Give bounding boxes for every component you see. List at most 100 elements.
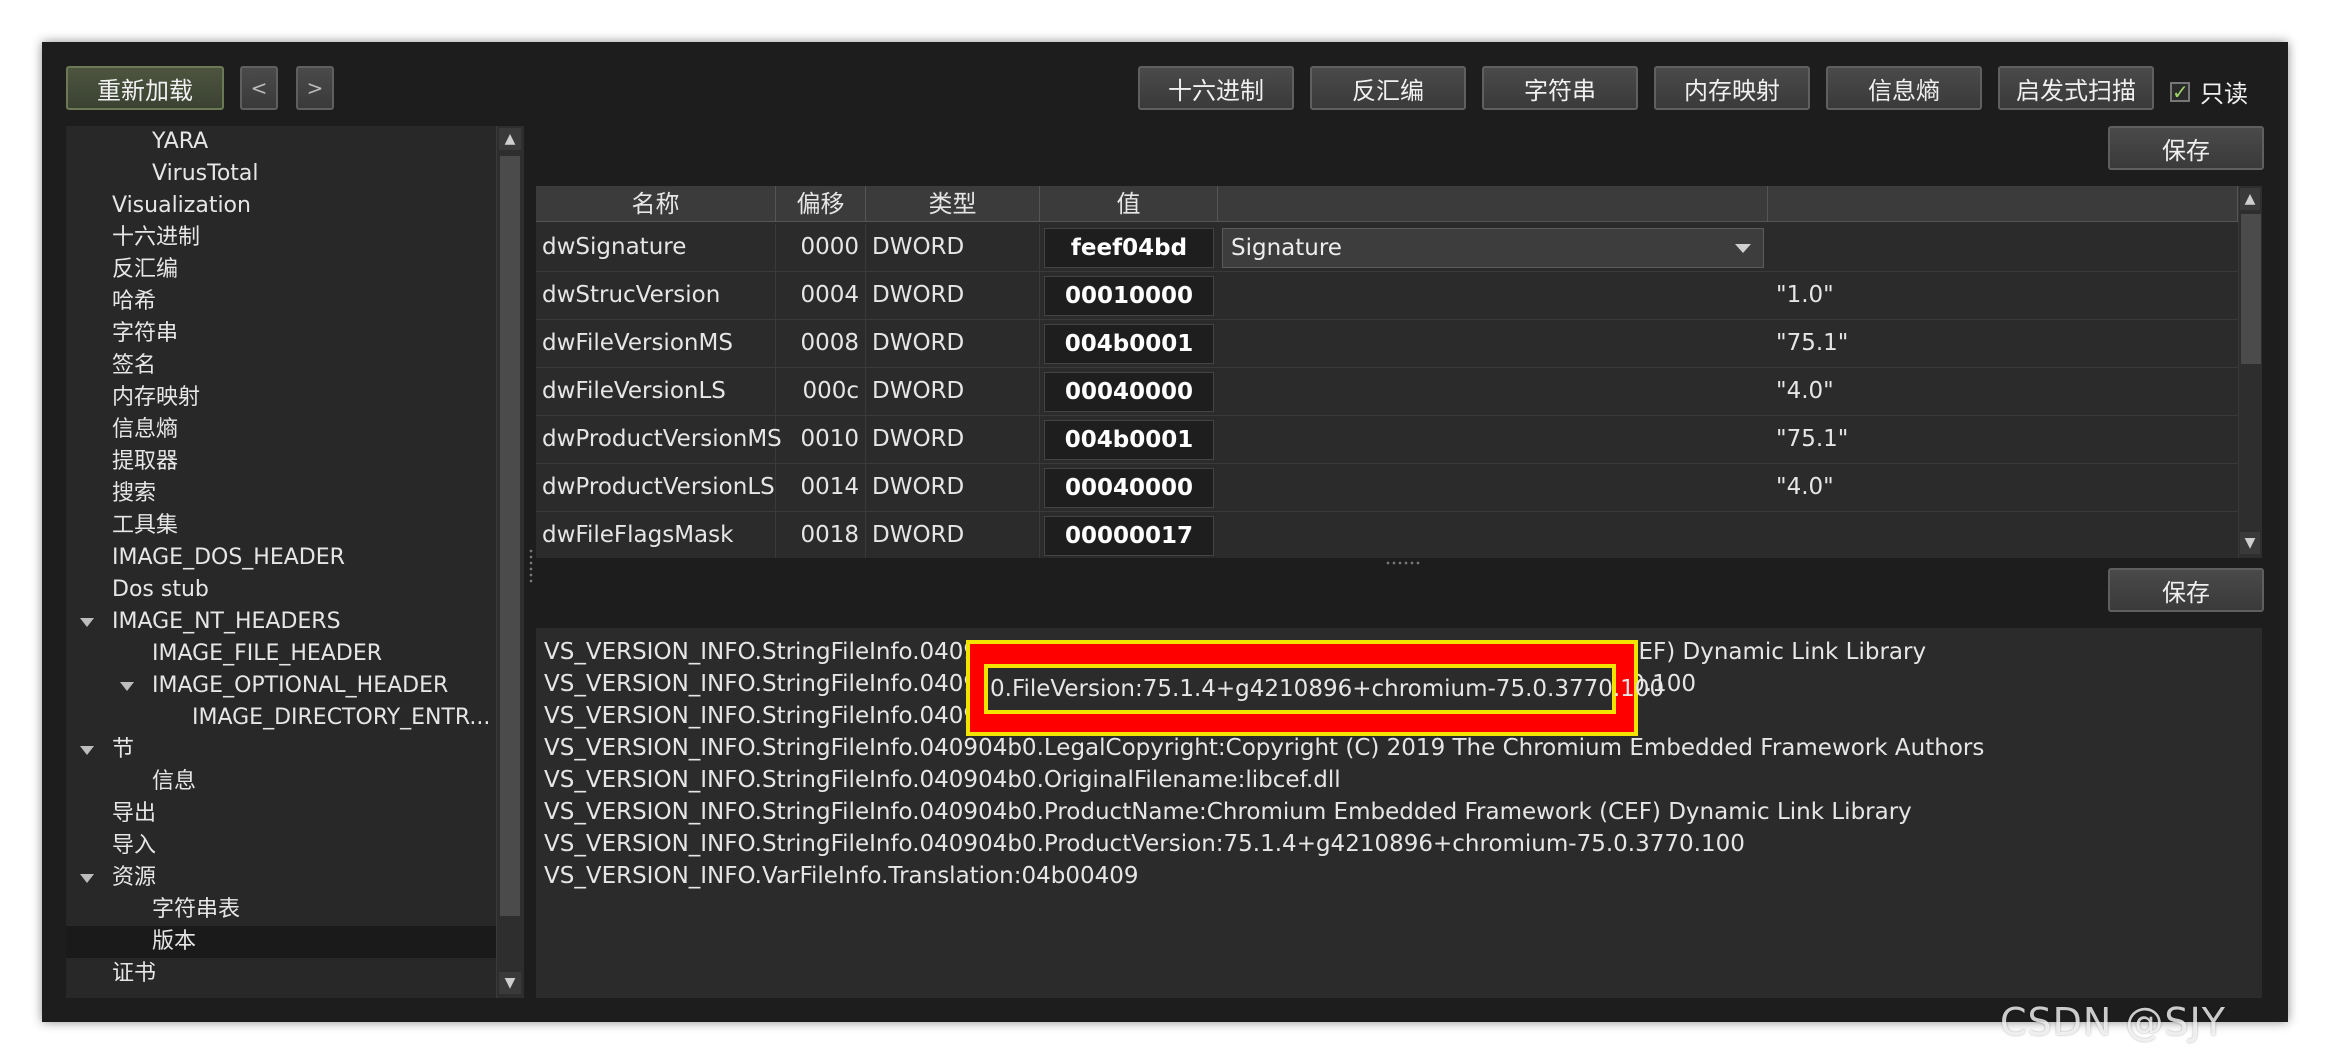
field-offset: 0000 <box>776 224 866 271</box>
scroll-down-icon[interactable]: ▼ <box>2240 532 2260 554</box>
tree-item-image-optional-header[interactable]: IMAGE_OPTIONAL_HEADER <box>66 670 496 702</box>
tree-item-signature[interactable]: 签名 <box>66 350 496 382</box>
tree-item-hash[interactable]: 哈希 <box>66 286 496 318</box>
field-extra: "75.1" <box>1776 330 1849 356</box>
string-line: VS_VERSION_INFO.StringFileInfo.040904b0.… <box>544 799 1912 825</box>
field-name: dwSignature <box>542 224 776 271</box>
field-type: DWORD <box>872 512 1040 558</box>
col-header-value[interactable]: 值 <box>1040 186 1218 222</box>
table-row[interactable]: dwFileVersionMS 0008 DWORD 004b0001 "75.… <box>536 320 2238 368</box>
watermark: CSDN @SJY <box>2000 1000 2226 1044</box>
tree-item-exports[interactable]: 导出 <box>66 798 496 830</box>
tree-item-extractor[interactable]: 提取器 <box>66 446 496 478</box>
field-extra: "75.1" <box>1776 426 1849 452</box>
tree-item-visualization[interactable]: Visualization <box>66 190 496 222</box>
field-offset: 0018 <box>776 512 866 558</box>
tree-item-image-file-header[interactable]: IMAGE_FILE_HEADER <box>66 638 496 670</box>
field-name: dwFileVersionLS <box>542 368 776 415</box>
tree-item-search[interactable]: 搜索 <box>66 478 496 510</box>
tab-memory-map[interactable]: 内存映射 <box>1654 66 1810 110</box>
table-row[interactable]: dwSignature 0000 DWORD feef04bd Signatur… <box>536 224 2238 272</box>
field-offset: 0004 <box>776 272 866 319</box>
field-value[interactable]: 004b0001 <box>1044 420 1214 460</box>
tab-strings[interactable]: 字符串 <box>1482 66 1638 110</box>
tree-item-image-dos-header[interactable]: IMAGE_DOS_HEADER <box>66 542 496 574</box>
highlight-annotation-text: 0.FileVersion:75.1.4+g4210896+chromium-7… <box>984 664 1664 714</box>
field-extra <box>1776 224 2236 271</box>
save-button-bottom[interactable]: 保存 <box>2108 568 2264 612</box>
tree-item-dos-stub[interactable]: Dos stub <box>66 574 496 606</box>
version-table: 名称 偏移 类型 值 dwSignature 0000 DWORD feef04… <box>536 186 2262 558</box>
horizontal-splitter[interactable] <box>1385 560 1421 566</box>
field-type: DWORD <box>872 416 1040 463</box>
scroll-down-icon[interactable]: ▼ <box>499 972 521 994</box>
tree-item-memory-map[interactable]: 内存映射 <box>66 382 496 414</box>
table-row[interactable]: dwProductVersionLS 0014 DWORD 00040000 "… <box>536 464 2238 512</box>
string-line: VS_VERSION_INFO.VarFileInfo.Translation:… <box>544 863 1139 889</box>
tree-item-strings[interactable]: 字符串 <box>66 318 496 350</box>
tree-item-disassembly[interactable]: 反汇编 <box>66 254 496 286</box>
tree-item-image-directory-entry[interactable]: IMAGE_DIRECTORY_ENTR... <box>66 702 496 734</box>
scroll-up-icon[interactable]: ▲ <box>2240 188 2260 210</box>
field-name: dwFileVersionMS <box>542 320 776 367</box>
field-name: dwProductVersionMS <box>542 416 782 463</box>
tree-item-toolset[interactable]: 工具集 <box>66 510 496 542</box>
tab-hex[interactable]: 十六进制 <box>1138 66 1294 110</box>
field-offset: 0010 <box>776 416 866 463</box>
tree-item-virustotal[interactable]: VirusTotal <box>66 158 496 190</box>
dropdown-selected: Signature <box>1231 235 1342 261</box>
tree-scroll-thumb[interactable] <box>500 156 520 916</box>
tree-item-image-nt-headers[interactable]: IMAGE_NT_HEADERS <box>66 606 496 638</box>
field-value[interactable]: feef04bd <box>1044 228 1214 268</box>
col-header-offset[interactable]: 偏移 <box>776 186 866 222</box>
field-extra: "4.0" <box>1776 474 1834 500</box>
field-type: DWORD <box>872 320 1040 367</box>
table-row[interactable]: dwFileFlagsMask 0018 DWORD 00000017 <box>536 512 2238 558</box>
tab-disassembly[interactable]: 反汇编 <box>1310 66 1466 110</box>
tree-item-yara[interactable]: YARA <box>66 126 496 158</box>
tree-item-info[interactable]: 信息 <box>66 766 496 798</box>
table-scroll-thumb[interactable] <box>2241 214 2261 364</box>
string-line: VS_VERSION_INFO.StringFileInfo.040904b0.… <box>544 735 1985 761</box>
back-button[interactable]: < <box>240 66 278 110</box>
field-value[interactable]: 00040000 <box>1044 468 1214 508</box>
readonly-toggle[interactable]: ✓ 只读 <box>2170 74 2248 109</box>
col-header-meaning[interactable] <box>1218 186 1768 222</box>
field-value[interactable]: 00000017 <box>1044 516 1214 556</box>
col-header-name[interactable]: 名称 <box>536 186 776 222</box>
field-type: DWORD <box>872 224 1040 271</box>
tree-item-sections[interactable]: 节 <box>66 734 496 766</box>
table-row[interactable]: dwFileVersionLS 000c DWORD 00040000 "4.0… <box>536 368 2238 416</box>
chevron-down-icon <box>1735 244 1751 253</box>
field-name: dwStrucVersion <box>542 272 776 319</box>
tree-item-resources[interactable]: 资源 <box>66 862 496 894</box>
table-row[interactable]: dwStrucVersion 0004 DWORD 00010000 "1.0" <box>536 272 2238 320</box>
field-value[interactable]: 00040000 <box>1044 372 1214 412</box>
tree-item-imports[interactable]: 导入 <box>66 830 496 862</box>
save-button-top[interactable]: 保存 <box>2108 126 2264 170</box>
field-name: dwFileFlagsMask <box>542 512 776 558</box>
tab-entropy[interactable]: 信息熵 <box>1826 66 1982 110</box>
tree-item-version[interactable]: 版本 <box>66 926 496 958</box>
tree-item-hex[interactable]: 十六进制 <box>66 222 496 254</box>
tree-item-certificate[interactable]: 证书 <box>66 958 496 990</box>
field-extra: "4.0" <box>1776 378 1834 404</box>
field-value[interactable]: 00010000 <box>1044 276 1214 316</box>
table-row[interactable]: dwProductVersionMS 0010 DWORD 004b0001 "… <box>536 416 2238 464</box>
field-extra <box>1776 512 2236 558</box>
field-value[interactable]: 004b0001 <box>1044 324 1214 364</box>
tab-heuristic-scan[interactable]: 启发式扫描 <box>1998 66 2154 110</box>
table-scrollbar[interactable]: ▲ ▼ <box>2238 186 2262 558</box>
field-offset: 0014 <box>776 464 866 511</box>
signature-dropdown[interactable]: Signature <box>1222 228 1764 268</box>
readonly-checkbox[interactable]: ✓ <box>2170 81 2190 102</box>
vertical-splitter[interactable] <box>528 548 534 584</box>
scroll-up-icon[interactable]: ▲ <box>499 128 521 150</box>
tree-item-entropy[interactable]: 信息熵 <box>66 414 496 446</box>
col-header-type[interactable]: 类型 <box>866 186 1040 222</box>
reload-button[interactable]: 重新加载 <box>66 66 224 110</box>
tree-item-string-table[interactable]: 字符串表 <box>66 894 496 926</box>
col-header-extra[interactable] <box>1768 186 2238 222</box>
tree-scrollbar[interactable]: ▲ ▼ <box>496 126 524 998</box>
forward-button[interactable]: > <box>296 66 334 110</box>
